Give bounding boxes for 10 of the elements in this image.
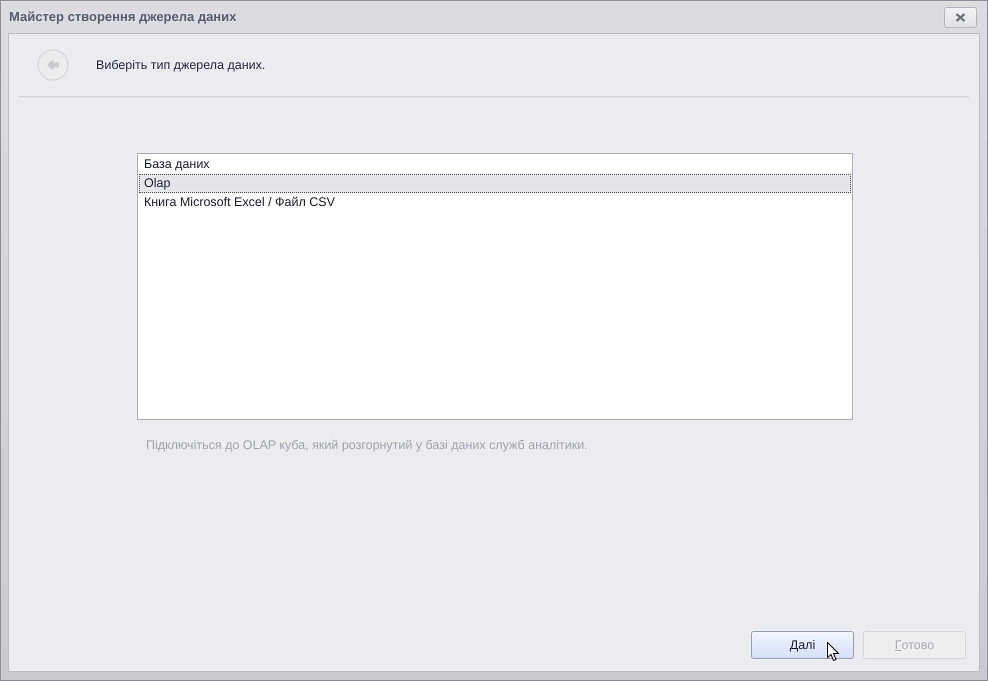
mouse-pointer-icon <box>827 642 839 661</box>
list-item[interactable]: Книга Microsoft Excel / Файл CSV <box>139 193 851 212</box>
step-prompt: Виберіть тип джерела даних. <box>96 56 266 74</box>
data-source-description: Підключіться до OLAP куба, який розгорнутий у базі даних служб аналітики. <box>146 437 588 454</box>
close-icon <box>955 12 966 22</box>
list-item[interactable]: Olap <box>139 174 851 193</box>
window-title: Майстер створення джерела даних <box>9 8 236 26</box>
list-item[interactable]: База даних <box>139 155 851 174</box>
close-button[interactable] <box>944 6 977 28</box>
wizard-button[interactable]: Далі <box>751 631 854 659</box>
